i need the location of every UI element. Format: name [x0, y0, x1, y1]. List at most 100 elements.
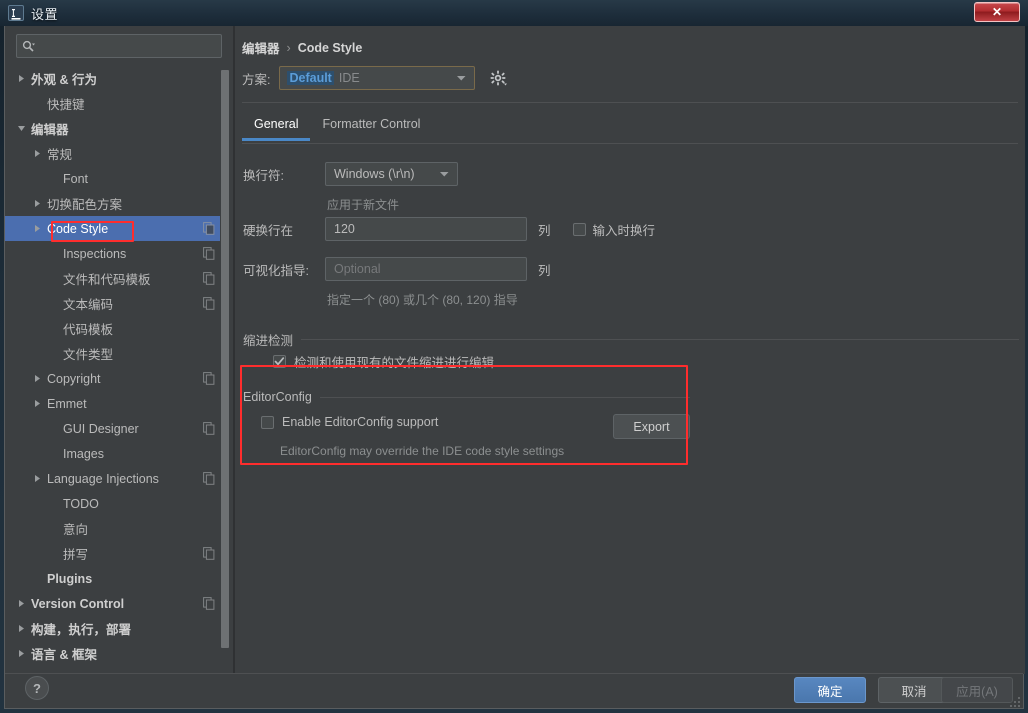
- sidebar-item-code-style[interactable]: Code Style: [5, 216, 224, 241]
- sidebar-scrollbar-thumb[interactable]: [221, 70, 229, 648]
- chevron-right-icon[interactable]: [31, 397, 44, 410]
- copy-scheme-icon[interactable]: [203, 597, 215, 610]
- settings-tree[interactable]: 外观 & 行为快捷键 编辑器 常规 Font 切换配色方案 Code Style Inspe…: [5, 66, 224, 674]
- search-box[interactable]: [16, 34, 222, 58]
- close-icon[interactable]: ✕: [974, 2, 1020, 22]
- sidebar-item-label: 外观 & 行为: [31, 73, 97, 87]
- sidebar-item-[interactable]: 拼写: [5, 541, 224, 566]
- sidebar-item-[interactable]: 编辑器: [5, 116, 224, 141]
- chevron-right-icon[interactable]: [31, 372, 44, 385]
- chevron-down-icon[interactable]: [15, 122, 28, 135]
- chevron-right-icon[interactable]: [15, 597, 28, 610]
- chevron-right-icon[interactable]: [31, 472, 44, 485]
- visual-guides-label: 可视化指导:: [243, 263, 309, 278]
- sidebar-item-plugins[interactable]: Plugins: [5, 566, 224, 591]
- ok-button[interactable]: 确定: [794, 677, 866, 703]
- visual-guides-unit: 列: [538, 263, 551, 278]
- indent-detection-group-title: 缩进检测: [243, 330, 1019, 349]
- enable-editorconfig-checkbox[interactable]: [261, 415, 274, 429]
- wrap-on-typing-checkbox[interactable]: [572, 222, 586, 236]
- sidebar-item-[interactable]: 常规: [5, 141, 224, 166]
- sidebar-item-[interactable]: 文本编码: [5, 291, 224, 316]
- search-icon: [22, 40, 35, 53]
- export-button[interactable]: Export: [613, 414, 690, 439]
- search-input[interactable]: [35, 39, 221, 53]
- copy-scheme-icon[interactable]: [203, 422, 215, 435]
- hard-wrap-input[interactable]: 120: [325, 217, 527, 241]
- chevron-right-icon[interactable]: [31, 222, 44, 235]
- editorconfig-title: EditorConfig: [243, 390, 312, 404]
- chevron-right-icon[interactable]: [15, 647, 28, 660]
- sidebar-item-[interactable]: 快捷键: [5, 91, 224, 116]
- copy-scheme-icon[interactable]: [203, 547, 215, 560]
- title-bar: 设置 ✕: [0, 0, 1028, 26]
- sidebar-item-language-injections[interactable]: Language Injections: [5, 466, 224, 491]
- chevron-right-icon[interactable]: [31, 197, 44, 210]
- help-button[interactable]: ?: [25, 676, 49, 700]
- group-divider: [301, 339, 1019, 340]
- copy-scheme-icon[interactable]: [203, 372, 215, 385]
- copy-scheme-icon[interactable]: [203, 272, 215, 285]
- line-separator-dropdown[interactable]: Windows (\r\n): [325, 162, 458, 186]
- apply-button[interactable]: 应用(A): [941, 677, 1013, 703]
- sidebar-item-[interactable]: 意向: [5, 516, 224, 541]
- sidebar-item-label: 意向: [63, 523, 89, 537]
- sidebar-item-inspections[interactable]: Inspections: [5, 241, 224, 266]
- help-button-label: ?: [33, 680, 41, 696]
- sidebar-item-[interactable]: 切换配色方案: [5, 191, 224, 216]
- detect-indent-checkbox[interactable]: [273, 355, 286, 368]
- scheme-value: Default: [287, 71, 334, 85]
- wrap-on-typing-label: 输入时换行: [592, 223, 656, 238]
- chevron-right-icon[interactable]: [15, 72, 28, 85]
- breadcrumb-parent[interactable]: 编辑器: [242, 38, 280, 57]
- cancel-button[interactable]: 取消: [878, 677, 950, 703]
- tab-formatter-control[interactable]: Formatter Control: [310, 114, 432, 140]
- editorconfig-note: EditorConfig may override the IDE code s…: [280, 444, 565, 458]
- sidebar-item-label: Copyright: [47, 371, 101, 386]
- copy-scheme-icon[interactable]: [203, 297, 215, 310]
- resize-grip-icon[interactable]: [1009, 695, 1021, 707]
- sidebar-item-todo[interactable]: TODO: [5, 491, 224, 516]
- line-separator-row: 换行符: Windows (\r\n): [243, 162, 458, 186]
- sidebar-item-copyright[interactable]: Copyright: [5, 366, 224, 391]
- copy-scheme-icon[interactable]: [203, 222, 215, 235]
- close-glyph: ✕: [991, 5, 1003, 19]
- sidebar-item-[interactable]: 文件和代码模板: [5, 266, 224, 291]
- sidebar-item-label: Font: [63, 171, 89, 186]
- sidebar-item-[interactable]: 构建，执行，部署: [5, 616, 224, 641]
- scheme-dropdown[interactable]: Default IDE: [279, 66, 476, 90]
- chevron-right-icon[interactable]: [31, 147, 44, 160]
- sidebar-item-[interactable]: 语言 & 框架: [5, 641, 224, 666]
- hard-wrap-value: 120: [334, 222, 355, 236]
- scheme-label: 方案:: [242, 72, 271, 87]
- sidebar-scrollbar[interactable]: [220, 68, 230, 672]
- window-title: 设置: [31, 6, 59, 22]
- sidebar-item-label: 文件类型: [63, 348, 114, 362]
- visual-guides-input[interactable]: Optional: [325, 257, 527, 281]
- sidebar-item-gui-designer[interactable]: GUI Designer: [5, 416, 224, 441]
- visual-guides-row: 可视化指导: Optional 列: [243, 257, 551, 281]
- header-divider: [242, 102, 1018, 103]
- copy-scheme-icon[interactable]: [203, 472, 215, 485]
- chevron-right-icon[interactable]: [15, 622, 28, 635]
- gear-icon[interactable]: [488, 68, 508, 88]
- line-separator-value: Windows (\r\n): [334, 167, 415, 181]
- sidebar-item-version-control[interactable]: Version Control: [5, 591, 224, 616]
- sidebar-item-label: 语言 & 框架: [31, 648, 97, 662]
- copy-scheme-icon[interactable]: [203, 247, 215, 260]
- dialog-footer: ? 确定 取消 应用(A): [5, 673, 1023, 708]
- tab-general[interactable]: General: [242, 114, 311, 141]
- sidebar-item-label: Version Control: [31, 596, 125, 611]
- sidebar-item-font[interactable]: Font: [5, 166, 224, 191]
- hard-wrap-label: 硬换行在: [243, 223, 294, 238]
- settings-sidebar: 外观 & 行为快捷键 编辑器 常规 Font 切换配色方案 Code Style Inspe…: [5, 26, 233, 674]
- sidebar-item-[interactable]: 文件类型: [5, 341, 224, 366]
- sidebar-item-[interactable]: 代码模板: [5, 316, 224, 341]
- settings-content: 编辑器 › Code Style 方案: Default IDE General…: [235, 26, 1025, 674]
- sidebar-item-emmet[interactable]: Emmet: [5, 391, 224, 416]
- sidebar-item-images[interactable]: Images: [5, 441, 224, 466]
- apply-button-label: 应用(A): [956, 684, 998, 699]
- intellij-idea-icon: [8, 5, 24, 21]
- sidebar-item-[interactable]: 外观 & 行为: [5, 66, 224, 91]
- sidebar-item-label: 代码模板: [63, 323, 114, 337]
